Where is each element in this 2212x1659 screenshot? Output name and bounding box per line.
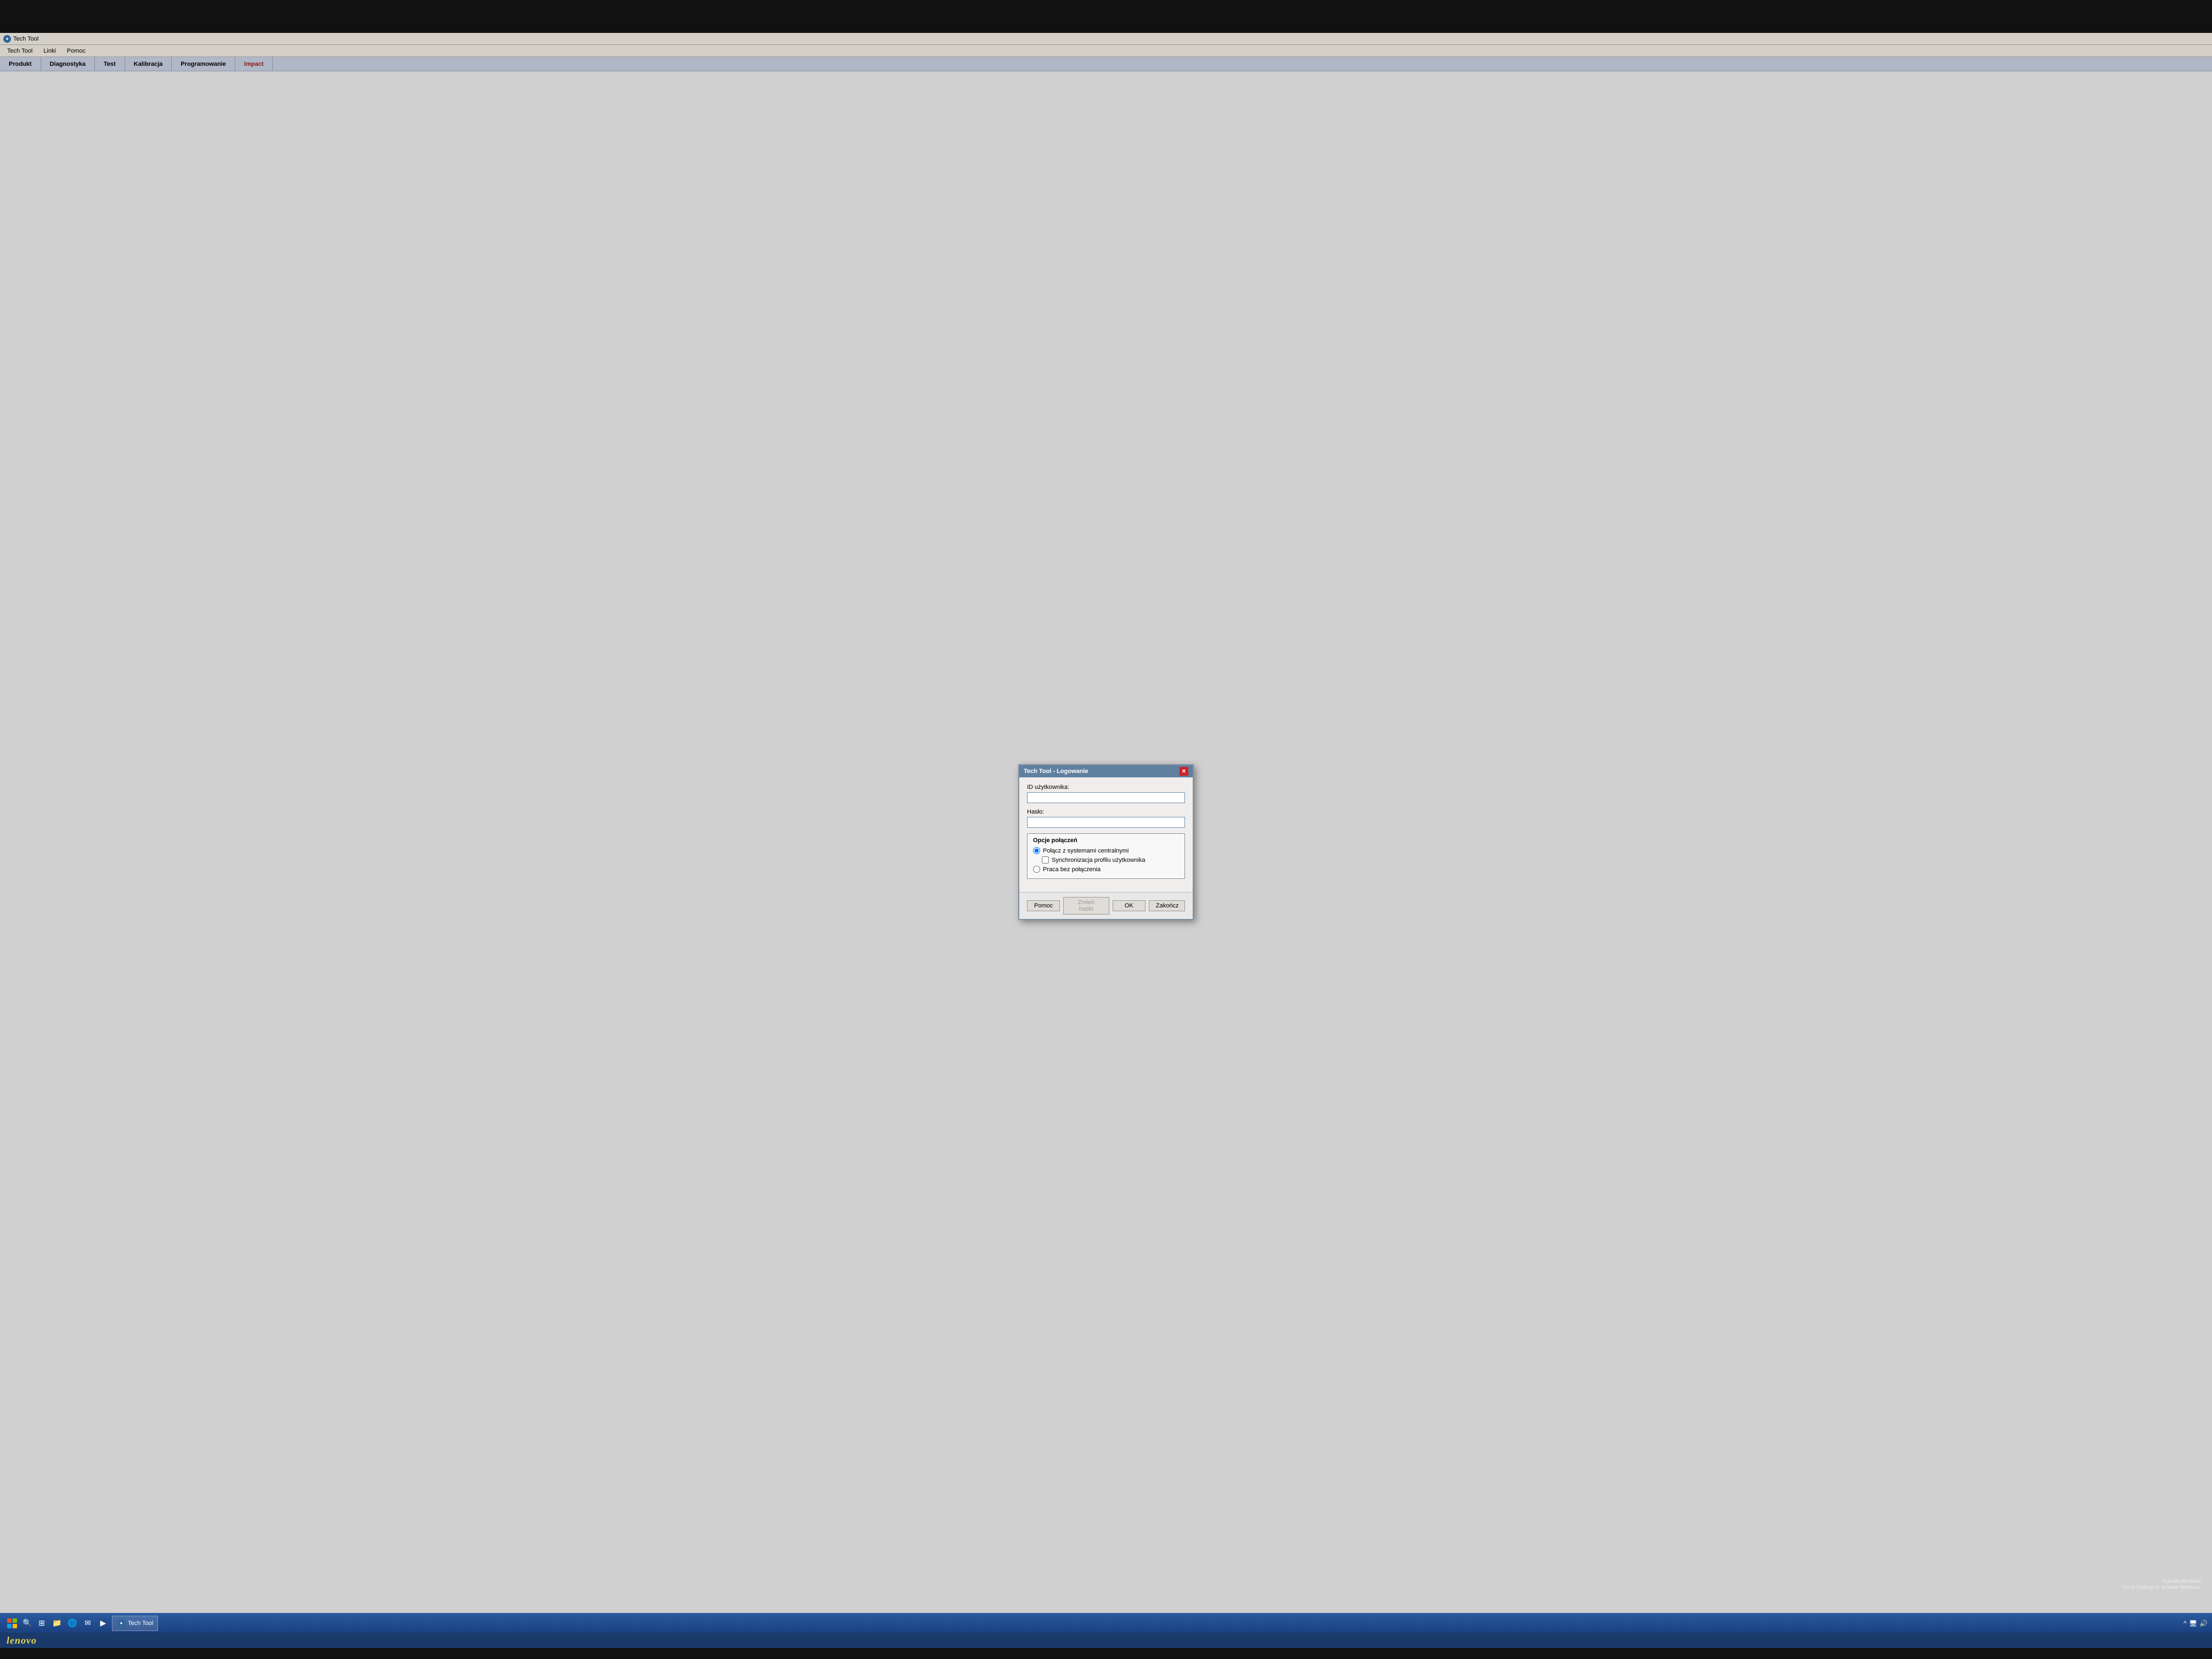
tab-diagnostyka[interactable]: Diagnostyka (41, 57, 95, 71)
mail-button[interactable]: ✉ (81, 1617, 94, 1630)
checkbox-sync-profile-input[interactable] (1042, 856, 1049, 864)
file-explorer-button[interactable]: 📁 (50, 1617, 64, 1630)
start-button[interactable] (4, 1616, 20, 1631)
checkbox-sync-profile: Synchronizacja profilu użytkownika (1042, 856, 1179, 864)
tab-test[interactable]: Test (95, 57, 125, 71)
dialog-title-bar: Tech Tool - Logowanie ✕ (1019, 765, 1193, 777)
dialog-body: ID użytkownika: Hasło: Opcje połączeń P (1019, 777, 1193, 892)
dialog-overlay: Tech Tool - Logowanie ✕ ID użytkownika: … (0, 71, 2212, 1613)
nav-bar: Produkt Diagnostyka Test Kalibracja Prog… (0, 57, 2212, 71)
password-input[interactable] (1027, 817, 1185, 828)
user-id-input[interactable] (1027, 792, 1185, 803)
taskbar-app-label: Tech Tool (128, 1620, 153, 1627)
extra-app-icon: ▶ (100, 1618, 106, 1628)
radio-offline-label: Praca bez połączenia (1043, 866, 1101, 873)
menu-pomoc[interactable]: Pomoc (62, 46, 91, 56)
app-icon: ● (3, 35, 11, 43)
login-dialog: Tech Tool - Logowanie ✕ ID użytkownika: … (1018, 764, 1194, 920)
lenovo-logo: lenovo (7, 1635, 37, 1646)
title-bar: ● Tech Tool (0, 33, 2212, 45)
dialog-buttons: Pomoc Zmień hasło OK Zakończ (1019, 892, 1193, 919)
screen-area: ● Tech Tool Tech Tool Linki Pomoc Produk… (0, 33, 2212, 1648)
tray-network-icon[interactable]: 🖥 (2189, 1620, 2197, 1627)
lenovo-bar: lenovo (0, 1633, 2212, 1648)
ok-button[interactable]: OK (1113, 900, 1146, 911)
radio-connect-central: Połącz z systemami centralnymi (1033, 847, 1179, 854)
main-content: Tech Tool - Logowanie ✕ ID użytkownika: … (0, 71, 2212, 1613)
tray-icons: ^ 🖥 🔊 (2183, 1620, 2208, 1627)
browser-button[interactable]: 🌐 (66, 1617, 79, 1630)
user-id-group: ID użytkownika: (1027, 784, 1185, 803)
taskbar-tray: ^ 🖥 🔊 (2183, 1620, 2208, 1627)
checkbox-sync-profile-label: Synchronizacja profilu użytkownika (1052, 857, 1146, 864)
windows-icon-pane-blue (7, 1624, 12, 1628)
menu-bar: Tech Tool Linki Pomoc (0, 45, 2212, 57)
search-button[interactable]: 🔍 (22, 1618, 33, 1629)
windows-icon (7, 1618, 17, 1628)
password-label: Hasło: (1027, 809, 1185, 815)
tab-impact[interactable]: Impact (235, 57, 273, 71)
dialog-close-button[interactable]: ✕ (1180, 767, 1188, 776)
menu-linki[interactable]: Linki (38, 46, 61, 56)
extra-app-button[interactable]: ▶ (97, 1617, 110, 1630)
menu-tech-tool[interactable]: Tech Tool (2, 46, 37, 56)
taskbar-app-icon: ● (117, 1619, 126, 1628)
dialog-title: Tech Tool - Logowanie (1024, 768, 1088, 775)
tab-produkt[interactable]: Produkt (0, 57, 41, 71)
radio-offline: Praca bez połączenia (1033, 866, 1179, 873)
windows-icon-pane-yellow (13, 1624, 17, 1628)
user-id-label: ID użytkownika: (1027, 784, 1185, 791)
radio-connect-central-input[interactable] (1033, 847, 1040, 854)
task-view-button[interactable]: ⊞ (35, 1617, 48, 1630)
app-title: Tech Tool (13, 36, 38, 42)
top-bezel (0, 0, 2212, 33)
radio-connect-central-label: Połącz z systemami centralnymi (1043, 848, 1129, 854)
tab-programowanie[interactable]: Programowanie (172, 57, 235, 71)
browser-icon: 🌐 (67, 1618, 77, 1628)
radio-offline-input[interactable] (1033, 866, 1040, 873)
tray-volume-icon[interactable]: 🔊 (2199, 1620, 2208, 1627)
change-password-button[interactable]: Zmień hasło (1063, 897, 1109, 915)
windows-icon-pane-red (7, 1618, 12, 1623)
search-icon: 🔍 (22, 1618, 32, 1628)
mail-icon: ✉ (84, 1618, 91, 1628)
connection-options-label: Opcje połączeń (1033, 837, 1179, 844)
taskbar-app-tech-tool[interactable]: ● Tech Tool (112, 1616, 158, 1631)
help-button[interactable]: Pomoc (1027, 900, 1060, 911)
taskbar: 🔍 ⊞ 📁 🌐 ✉ ▶ ● Tech Tool ^ 🖥 🔊 (0, 1613, 2212, 1633)
file-explorer-icon: 📁 (52, 1618, 61, 1628)
tray-chevron-icon[interactable]: ^ (2183, 1620, 2187, 1627)
connection-options-group: Opcje połączeń Połącz z systemami centra… (1027, 833, 1185, 879)
task-view-icon: ⊞ (38, 1618, 45, 1628)
password-group: Hasło: (1027, 809, 1185, 828)
bottom-bezel (0, 1648, 2212, 1659)
activate-windows-notice: Activate Windows Go to Settings to activ… (2123, 1578, 2201, 1591)
exit-button[interactable]: Zakończ (1149, 900, 1185, 911)
windows-icon-pane-green (13, 1618, 17, 1623)
tab-kalibracja[interactable]: Kalibracja (125, 57, 172, 71)
